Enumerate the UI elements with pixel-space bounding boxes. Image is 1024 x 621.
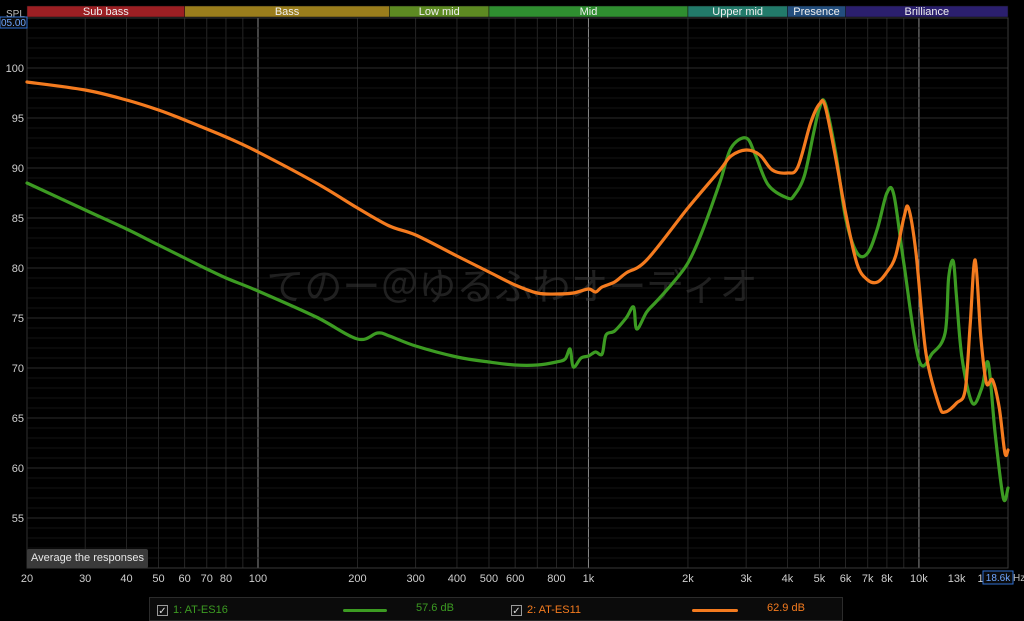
x-tick-label: 200 [348, 573, 366, 585]
frequency-response-chart: Sub bass Bass Low mid Mid Upper mid Presence B… [0, 0, 1024, 621]
x-tick-label: 4k [782, 573, 794, 585]
x-tick-label: 5k [814, 573, 826, 585]
y-tick-label: 75 [12, 313, 24, 325]
band-label-0: Sub bass [83, 6, 129, 18]
series-2-name: 2: AT-ES11 [527, 604, 582, 616]
x-tick-label: 60 [179, 573, 191, 585]
series-1-name: 1: AT-ES16 [173, 604, 228, 616]
series-2-swatch [692, 609, 738, 612]
y-tick-label: 55 [12, 513, 24, 525]
series-1-checkbox[interactable]: ✓ [157, 604, 168, 617]
y-top-value: 105.00 [0, 18, 26, 29]
x-end-value: 18.6k [986, 573, 1011, 584]
x-tick-label: 70 [201, 573, 213, 585]
x-tick-label: 600 [506, 573, 524, 585]
y-tick-label: 80 [12, 263, 24, 275]
band-label-4: Upper mid [712, 6, 763, 18]
y-tick-label: 70 [12, 363, 24, 375]
x-tick-label: 500 [480, 573, 498, 585]
legend-item-series-1: ✓ 1: AT-ES16 [157, 602, 228, 618]
x-tick-label: 6k [840, 573, 852, 585]
series-2-value: 62.9 dB [767, 602, 805, 614]
band-label-1: Bass [275, 6, 300, 18]
x-tick-label: 10k [910, 573, 928, 585]
y-tick-label: 100 [6, 63, 24, 75]
x-tick-label: 100 [249, 573, 267, 585]
x-tick-label: 30 [79, 573, 91, 585]
x-tick-label: 1k [583, 573, 595, 585]
band-label-2: Low mid [419, 6, 460, 18]
x-tick-label: 20 [21, 573, 33, 585]
band-label-6: Brilliance [904, 6, 949, 18]
x-tick-label: 800 [547, 573, 565, 585]
x-tick-label: 13k [948, 573, 966, 585]
x-tick-label: 300 [406, 573, 424, 585]
y-tick-label: 85 [12, 213, 24, 225]
series-2-checkbox[interactable]: ✓ [511, 604, 522, 617]
y-tick-label: 95 [12, 113, 24, 125]
x-axis-unit-label: Hz [1013, 573, 1024, 584]
x-tick-label: 400 [448, 573, 466, 585]
x-tick-label: 8k [881, 573, 893, 585]
x-tick-label: 2k [682, 573, 694, 585]
x-tick-label: 7k [862, 573, 874, 585]
band-label-3: Mid [580, 6, 598, 18]
y-tick-label: 65 [12, 413, 24, 425]
legend: ✓ 1: AT-ES16 57.6 dB ✓ 2: AT-ES11 62.9 d… [149, 597, 843, 621]
x-tick-label: 80 [220, 573, 232, 585]
x-tick-label: 3k [740, 573, 752, 585]
y-tick-label: 60 [12, 463, 24, 475]
legend-item-series-2: ✓ 2: AT-ES11 [511, 602, 581, 618]
series-1-swatch [343, 609, 387, 612]
average-responses-button[interactable]: Average the responses [27, 549, 148, 568]
x-tick-label: 40 [120, 573, 132, 585]
frequency-band-bar: Sub bass Bass Low mid Mid Upper mid Presence B… [26, 5, 1009, 18]
band-label-5: Presence [793, 6, 839, 18]
x-tick-label: 50 [152, 573, 164, 585]
y-tick-label: 90 [12, 163, 24, 175]
series-1-value: 57.6 dB [416, 602, 454, 614]
